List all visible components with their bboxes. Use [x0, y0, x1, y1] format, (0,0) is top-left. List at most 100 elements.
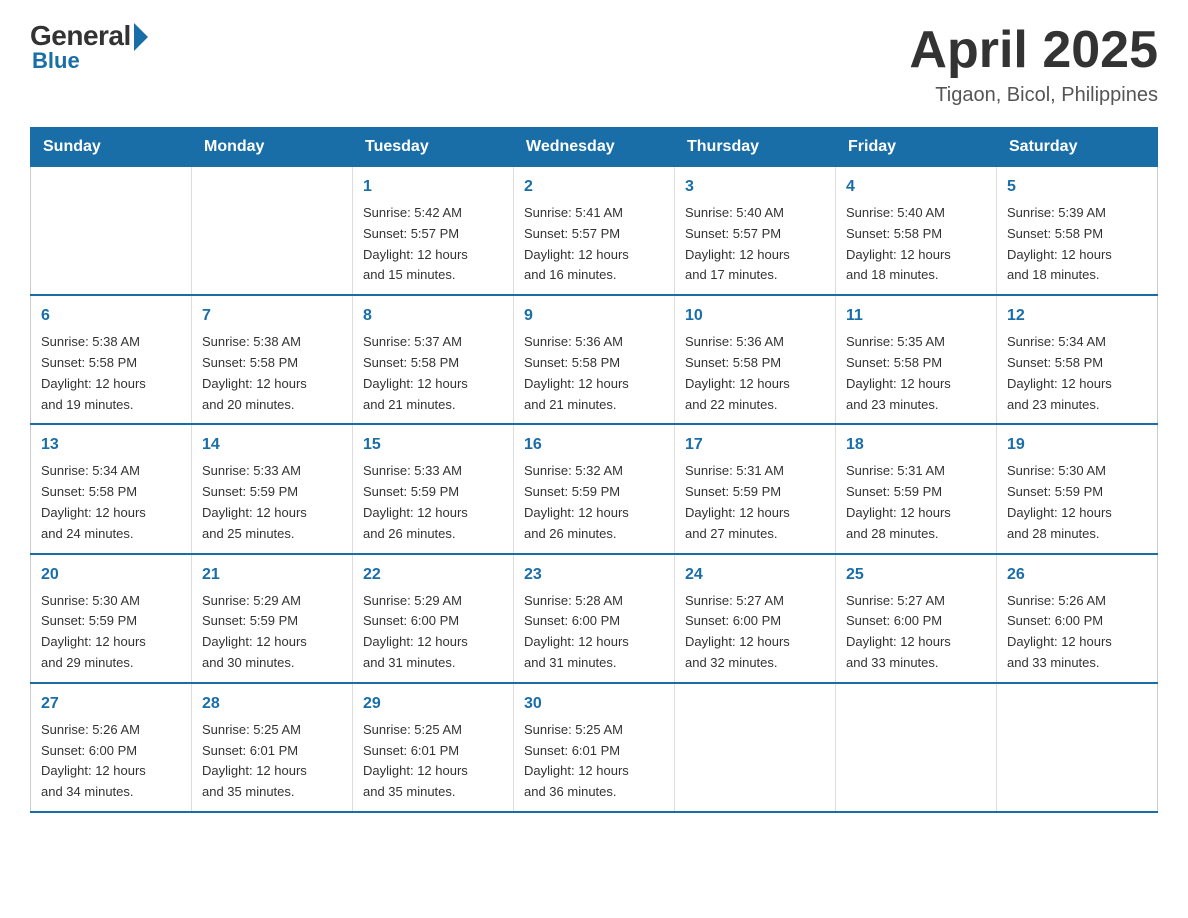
calendar-cell: 16 Sunrise: 5:32 AM Sunset: 5:59 PM Dayli…	[514, 424, 675, 553]
day-info: Sunrise: 5:33 AM Sunset: 5:59 PM Dayligh…	[363, 461, 503, 544]
calendar-cell: 19 Sunrise: 5:30 AM Sunset: 5:59 PM Dayli…	[997, 424, 1158, 553]
day-number: 7	[202, 304, 342, 328]
month-title: April 2025	[909, 20, 1158, 80]
day-info: Sunrise: 5:25 AM Sunset: 6:01 PM Dayligh…	[363, 720, 503, 803]
day-info: Sunrise: 5:28 AM Sunset: 6:00 PM Dayligh…	[524, 591, 664, 674]
calendar-cell: 11Sunrise: 5:35 AM Sunset: 5:58 PM Dayli…	[836, 295, 997, 424]
day-info: Sunrise: 5:27 AM Sunset: 6:00 PM Dayligh…	[685, 591, 825, 674]
day-info: Sunrise: 5:30 AM Sunset: 5:59 PM Dayligh…	[1007, 461, 1147, 544]
day-number: 2	[524, 175, 664, 199]
calendar-cell: 20Sunrise: 5:30 AM Sunset: 5:59 PM Dayli…	[31, 554, 192, 683]
calendar-day-header: Sunday	[31, 128, 192, 167]
calendar-cell: 12Sunrise: 5:34 AM Sunset: 5:58 PM Dayli…	[997, 295, 1158, 424]
calendar-cell: 3 Sunrise: 5:40 AM Sunset: 5:57 PM Daylig…	[675, 167, 836, 296]
day-info: Sunrise: 5:38 AM Sunset: 5:58 PM Dayligh…	[202, 332, 342, 415]
day-number: 11	[846, 304, 986, 328]
calendar-day-header: Tuesday	[353, 128, 514, 167]
calendar-cell: 30 Sunrise: 5:25 AM Sunset: 6:01 PM Dayli…	[514, 683, 675, 812]
page-header: General Blue April 2025 Tigaon, Bicol, P…	[30, 20, 1158, 107]
location-text: Tigaon, Bicol, Philippines	[909, 84, 1158, 107]
day-number: 22	[363, 563, 503, 587]
day-info: Sunrise: 5:31 AM Sunset: 5:59 PM Dayligh…	[685, 461, 825, 544]
calendar-cell: 1Sunrise: 5:42 AM Sunset: 5:57 PM Daylig…	[353, 167, 514, 296]
calendar-cell: 10 Sunrise: 5:36 AM Sunset: 5:58 PM Dayli…	[675, 295, 836, 424]
calendar-table: SundayMondayTuesdayWednesdayThursdayFrid…	[30, 127, 1158, 813]
calendar-week-row: 6 Sunrise: 5:38 AM Sunset: 5:58 PM Daylig…	[31, 295, 1158, 424]
calendar-header-row: SundayMondayTuesdayWednesdayThursdayFrid…	[31, 128, 1158, 167]
day-info: Sunrise: 5:29 AM Sunset: 6:00 PM Dayligh…	[363, 591, 503, 674]
logo-blue-text: Blue	[32, 48, 80, 74]
calendar-week-row: 27 Sunrise: 5:26 AM Sunset: 6:00 PM Dayli…	[31, 683, 1158, 812]
calendar-cell: 13 Sunrise: 5:34 AM Sunset: 5:58 PM Dayli…	[31, 424, 192, 553]
calendar-day-header: Friday	[836, 128, 997, 167]
calendar-week-row: 1Sunrise: 5:42 AM Sunset: 5:57 PM Daylig…	[31, 167, 1158, 296]
day-info: Sunrise: 5:33 AM Sunset: 5:59 PM Dayligh…	[202, 461, 342, 544]
calendar-cell: 5 Sunrise: 5:39 AM Sunset: 5:58 PM Daylig…	[997, 167, 1158, 296]
day-info: Sunrise: 5:26 AM Sunset: 6:00 PM Dayligh…	[41, 720, 181, 803]
calendar-day-header: Saturday	[997, 128, 1158, 167]
day-info: Sunrise: 5:36 AM Sunset: 5:58 PM Dayligh…	[524, 332, 664, 415]
day-info: Sunrise: 5:41 AM Sunset: 5:57 PM Dayligh…	[524, 203, 664, 286]
day-info: Sunrise: 5:32 AM Sunset: 5:59 PM Dayligh…	[524, 461, 664, 544]
day-number: 19	[1007, 433, 1147, 457]
day-number: 13	[41, 433, 181, 457]
calendar-cell: 18Sunrise: 5:31 AM Sunset: 5:59 PM Dayli…	[836, 424, 997, 553]
day-number: 14	[202, 433, 342, 457]
title-section: April 2025 Tigaon, Bicol, Philippines	[909, 20, 1158, 107]
day-info: Sunrise: 5:39 AM Sunset: 5:58 PM Dayligh…	[1007, 203, 1147, 286]
day-number: 29	[363, 692, 503, 716]
day-info: Sunrise: 5:26 AM Sunset: 6:00 PM Dayligh…	[1007, 591, 1147, 674]
day-number: 23	[524, 563, 664, 587]
day-number: 16	[524, 433, 664, 457]
day-info: Sunrise: 5:37 AM Sunset: 5:58 PM Dayligh…	[363, 332, 503, 415]
calendar-cell: 25Sunrise: 5:27 AM Sunset: 6:00 PM Dayli…	[836, 554, 997, 683]
day-info: Sunrise: 5:36 AM Sunset: 5:58 PM Dayligh…	[685, 332, 825, 415]
day-number: 21	[202, 563, 342, 587]
day-number: 3	[685, 175, 825, 199]
day-number: 27	[41, 692, 181, 716]
calendar-cell	[192, 167, 353, 296]
day-number: 25	[846, 563, 986, 587]
calendar-cell	[31, 167, 192, 296]
day-number: 24	[685, 563, 825, 587]
calendar-cell: 24 Sunrise: 5:27 AM Sunset: 6:00 PM Dayli…	[675, 554, 836, 683]
calendar-cell	[997, 683, 1158, 812]
day-number: 26	[1007, 563, 1147, 587]
day-number: 6	[41, 304, 181, 328]
day-info: Sunrise: 5:34 AM Sunset: 5:58 PM Dayligh…	[1007, 332, 1147, 415]
day-number: 15	[363, 433, 503, 457]
logo: General Blue	[30, 20, 148, 74]
calendar-cell: 14 Sunrise: 5:33 AM Sunset: 5:59 PM Dayli…	[192, 424, 353, 553]
calendar-cell: 22 Sunrise: 5:29 AM Sunset: 6:00 PM Dayli…	[353, 554, 514, 683]
calendar-cell: 29 Sunrise: 5:25 AM Sunset: 6:01 PM Dayli…	[353, 683, 514, 812]
day-number: 17	[685, 433, 825, 457]
day-number: 18	[846, 433, 986, 457]
day-info: Sunrise: 5:34 AM Sunset: 5:58 PM Dayligh…	[41, 461, 181, 544]
day-number: 4	[846, 175, 986, 199]
day-number: 30	[524, 692, 664, 716]
day-info: Sunrise: 5:29 AM Sunset: 5:59 PM Dayligh…	[202, 591, 342, 674]
calendar-cell	[836, 683, 997, 812]
calendar-cell: 27 Sunrise: 5:26 AM Sunset: 6:00 PM Dayli…	[31, 683, 192, 812]
calendar-day-header: Thursday	[675, 128, 836, 167]
day-number: 9	[524, 304, 664, 328]
calendar-day-header: Monday	[192, 128, 353, 167]
day-info: Sunrise: 5:38 AM Sunset: 5:58 PM Dayligh…	[41, 332, 181, 415]
day-info: Sunrise: 5:40 AM Sunset: 5:58 PM Dayligh…	[846, 203, 986, 286]
day-number: 10	[685, 304, 825, 328]
logo-arrow-icon	[134, 23, 148, 51]
calendar-cell: 17 Sunrise: 5:31 AM Sunset: 5:59 PM Dayli…	[675, 424, 836, 553]
day-number: 5	[1007, 175, 1147, 199]
calendar-week-row: 13 Sunrise: 5:34 AM Sunset: 5:58 PM Dayli…	[31, 424, 1158, 553]
calendar-cell	[675, 683, 836, 812]
day-number: 1	[363, 175, 503, 199]
day-info: Sunrise: 5:25 AM Sunset: 6:01 PM Dayligh…	[524, 720, 664, 803]
day-info: Sunrise: 5:40 AM Sunset: 5:57 PM Dayligh…	[685, 203, 825, 286]
calendar-cell: 7 Sunrise: 5:38 AM Sunset: 5:58 PM Daylig…	[192, 295, 353, 424]
day-number: 28	[202, 692, 342, 716]
calendar-cell: 15 Sunrise: 5:33 AM Sunset: 5:59 PM Dayli…	[353, 424, 514, 553]
calendar-week-row: 20Sunrise: 5:30 AM Sunset: 5:59 PM Dayli…	[31, 554, 1158, 683]
calendar-cell: 21 Sunrise: 5:29 AM Sunset: 5:59 PM Dayli…	[192, 554, 353, 683]
calendar-cell: 4 Sunrise: 5:40 AM Sunset: 5:58 PM Daylig…	[836, 167, 997, 296]
calendar-cell: 9 Sunrise: 5:36 AM Sunset: 5:58 PM Daylig…	[514, 295, 675, 424]
